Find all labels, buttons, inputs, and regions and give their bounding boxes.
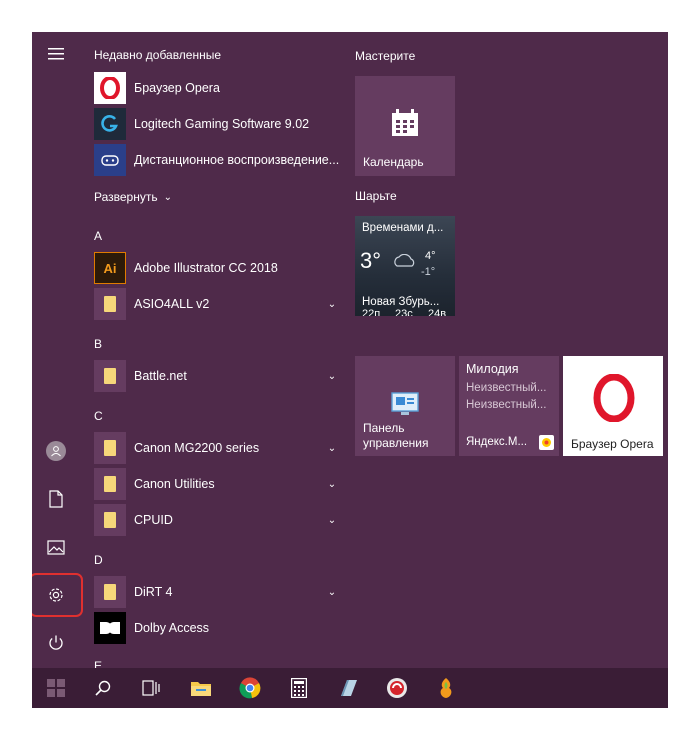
app-label: CPUID — [134, 513, 173, 527]
chevron-down-icon: ⌄ — [163, 191, 172, 203]
recent-heading: Недавно добавленные — [94, 48, 222, 62]
app-dolby-access[interactable]: Dolby Access — [94, 612, 339, 644]
expand-button[interactable]: Развернуть ⌄ — [94, 190, 172, 204]
app-label: Adobe Illustrator CC 2018 — [134, 261, 278, 275]
section-letter-c[interactable]: C — [94, 409, 103, 423]
power-icon[interactable] — [44, 631, 68, 655]
folder-icon — [94, 288, 126, 320]
app-canon-utilities[interactable]: Canon Utilities ⌄ — [94, 468, 339, 500]
documents-icon[interactable] — [44, 487, 68, 511]
windows-start-icon[interactable] — [40, 672, 72, 704]
app-label: Battle.net — [134, 369, 187, 383]
tile-label: Панель управления — [363, 421, 429, 450]
chevron-down-icon[interactable]: ⌄ — [325, 299, 339, 310]
chevron-down-icon[interactable]: ⌄ — [325, 443, 339, 454]
tile-label: Календарь — [363, 155, 424, 169]
app-label: Logitech Gaming Software 9.02 — [134, 117, 310, 131]
chevron-down-icon[interactable]: ⌄ — [325, 479, 339, 490]
weather-low: -1° — [421, 266, 436, 278]
music-line-2: Неизвестный... — [466, 399, 547, 411]
app-label: Canon Utilities — [134, 477, 215, 491]
recent-remote-play[interactable]: Дистанционное воспроизведение... — [94, 144, 339, 176]
opera-icon — [94, 72, 126, 104]
weather-day: 23с — [395, 308, 413, 316]
dolby-icon — [94, 612, 126, 644]
weather-high: 4° — [425, 250, 436, 262]
folder-icon — [94, 576, 126, 608]
app-dirt4[interactable]: DiRT 4 ⌄ — [94, 576, 339, 608]
settings-gear-icon[interactable] — [44, 583, 68, 607]
illustrator-icon: Ai — [94, 252, 126, 284]
tile-group-title-2[interactable]: Шарьте — [355, 189, 397, 203]
folder-icon — [94, 468, 126, 500]
chevron-down-icon[interactable]: ⌄ — [325, 371, 339, 382]
app-label: ASIO4ALL v2 — [134, 297, 210, 311]
fl-studio-icon[interactable] — [430, 672, 462, 704]
recent-logitech[interactable]: Logitech Gaming Software 9.02 — [94, 108, 339, 140]
chrome-icon[interactable] — [234, 672, 266, 704]
app-label: DiRT 4 — [134, 585, 173, 599]
music-app-label: Яндекс.М... — [466, 436, 528, 448]
taskbar — [32, 668, 668, 708]
app-battle-net[interactable]: Battle.net ⌄ — [94, 360, 339, 392]
weather-day: 22п — [362, 308, 381, 316]
section-letter-a[interactable]: A — [94, 229, 102, 243]
cloud-rain-icon — [391, 253, 417, 273]
music-tile[interactable]: Милодия Неизвестный... Неизвестный... Ян… — [459, 356, 559, 456]
recent-opera[interactable]: Браузер Opera — [94, 72, 339, 104]
chevron-down-icon[interactable]: ⌄ — [325, 587, 339, 598]
control-panel-icon — [391, 392, 419, 419]
weather-day: 24в — [428, 308, 447, 316]
weather-tile[interactable]: Временами д... 3° 4° -1° Новая Збурь... … — [355, 216, 455, 316]
app-label: Dolby Access — [134, 621, 210, 635]
weather-title: Временами д... — [362, 222, 444, 234]
start-rail — [32, 32, 83, 672]
music-title: Милодия — [466, 362, 519, 376]
opera-tile[interactable]: Браузер Opera — [563, 356, 663, 456]
search-icon[interactable] — [87, 672, 119, 704]
tile-group-title-1[interactable]: Мастерите — [355, 49, 415, 63]
file-explorer-icon[interactable] — [185, 672, 217, 704]
yandex-music-icon — [539, 435, 554, 450]
app-icon[interactable] — [381, 672, 413, 704]
app-list: Недавно добавленные Браузер Opera Logite… — [80, 32, 344, 672]
start-menu: Недавно добавленные Браузер Opera Logite… — [32, 32, 668, 672]
task-view-icon[interactable] — [135, 672, 167, 704]
tiles-area: Мастерите Календарь Шарьте Временами д..… — [355, 32, 668, 672]
app-cpuid[interactable]: CPUID ⌄ — [94, 504, 339, 536]
section-letter-b[interactable]: B — [94, 337, 102, 351]
weather-city: Новая Збурь... — [362, 296, 440, 308]
user-avatar-icon[interactable] — [44, 439, 68, 463]
gamepad-icon — [94, 144, 126, 176]
hamburger-icon[interactable] — [44, 42, 68, 66]
control-panel-tile[interactable]: Панель управления — [355, 356, 455, 456]
app-label: Дистанционное воспроизведение... — [134, 153, 339, 167]
section-letter-d[interactable]: D — [94, 553, 103, 567]
expand-label: Развернуть — [94, 190, 158, 204]
opera-icon — [593, 373, 635, 425]
weather-temp: 3° — [360, 248, 382, 273]
app-asio4all[interactable]: ASIO4ALL v2 ⌄ — [94, 288, 339, 320]
folder-icon — [94, 504, 126, 536]
folder-icon — [94, 432, 126, 464]
app-adobe-illustrator[interactable]: Ai Adobe Illustrator CC 2018 — [94, 252, 339, 284]
app-label: Canon MG2200 series — [134, 441, 260, 455]
pictures-icon[interactable] — [44, 535, 68, 559]
chevron-down-icon[interactable]: ⌄ — [325, 515, 339, 526]
app-canon-mg2200[interactable]: Canon MG2200 series ⌄ — [94, 432, 339, 464]
app-label: Браузер Opera — [134, 81, 220, 95]
tile-label: Браузер Opera — [571, 437, 654, 451]
calendar-tile[interactable]: Календарь — [355, 76, 455, 176]
calculator-icon[interactable] — [283, 672, 315, 704]
app-icon[interactable] — [332, 672, 364, 704]
folder-icon — [94, 360, 126, 392]
logitech-icon — [94, 108, 126, 140]
calendar-icon — [390, 108, 420, 141]
music-line-1: Неизвестный... — [466, 382, 547, 394]
